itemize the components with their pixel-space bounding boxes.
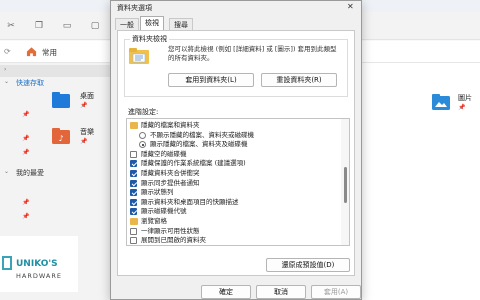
advanced-setting-label: 隱藏資料夾合併衝突 [141, 169, 200, 177]
pin-icon: 📌 [80, 138, 88, 145]
advanced-setting-label: 顯示狀態列 [141, 188, 174, 197]
svg-text:♪: ♪ [58, 134, 63, 143]
advanced-setting-item[interactable]: 一律顯示可用性狀態 [127, 226, 337, 236]
advanced-setting-item: 隱藏的檔案和資料夾 [127, 120, 337, 130]
advanced-setting-label: 顯示資料夾和桌面項目的快顯描述 [141, 197, 239, 206]
home-icon [26, 47, 37, 57]
checkbox[interactable] [130, 208, 137, 216]
advanced-setting-label: 隱藏保護的作業系統檔案 (建議選項) [141, 159, 246, 168]
nav-quick-access-label: 快速存取 [16, 79, 44, 87]
advanced-setting-item[interactable]: 顯示資料夾和桌面項目的快顯描述 [127, 197, 337, 207]
close-icon[interactable]: ✕ [347, 2, 354, 11]
folder-options-dialog: 資料夾選項 ✕ 一般 檢視 搜尋 資料夾檢視 您可以將此檢視 (例如 [詳細資料… [110, 0, 362, 300]
advanced-setting-label: 展開到已開啟的資料夾 [141, 236, 206, 245]
folder-view-description: 您可以將此檢視 (例如 [詳細資料] 或 [圖示]) 套用到此類型的所有資料夾。 [168, 45, 337, 62]
apply-to-folders-button[interactable]: 套用到資料夾(L) [168, 73, 254, 87]
cut-icon[interactable]: ✂ [6, 21, 16, 31]
tab-search[interactable]: 搜尋 [169, 18, 193, 30]
cancel-button[interactable]: 取消 [256, 285, 306, 299]
checkbox[interactable] [130, 198, 137, 206]
pin-icon: 📌 [22, 199, 30, 206]
folder-category-icon [130, 218, 138, 225]
chevron-down-icon: ⌄ [4, 168, 10, 175]
dialog-title: 資料夾選項 [117, 4, 152, 12]
pictures-folder-label: 圖片 [458, 94, 472, 102]
music-folder-icon[interactable]: ♪ [52, 128, 70, 144]
scrollbar-thumb[interactable] [344, 167, 347, 203]
pin-icon: 📌 [80, 102, 88, 109]
advanced-setting-label: 瀏覽窗格 [141, 217, 167, 225]
reset-folders-button[interactable]: 重設資料夾(R) [261, 73, 337, 87]
advanced-setting-item[interactable]: 隱藏空的磁碟機 [127, 149, 337, 159]
advanced-setting-item[interactable]: 隱藏保護的作業系統檔案 (建議選項) [127, 158, 337, 168]
advanced-setting-label: 隱藏空的磁碟機 [141, 149, 187, 158]
uniko-hardware-logo: UNIKO'S HARDWARE [0, 236, 78, 292]
checkbox[interactable] [130, 170, 137, 177]
advanced-setting-item: 瀏覽窗格 [127, 216, 337, 226]
restore-defaults-button[interactable]: 還原成預設值(D) [266, 258, 350, 272]
pin-icon: 📌 [458, 104, 466, 111]
advanced-settings-scrollbar[interactable] [341, 119, 349, 245]
paste-icon[interactable]: ▭ [62, 21, 72, 31]
advanced-setting-item[interactable]: 顯示同步提供者通知 [127, 178, 337, 188]
nav-pinned-row[interactable]: 📌 [0, 213, 110, 223]
rename-icon[interactable]: ▢ [90, 21, 100, 31]
pin-icon: 📌 [22, 135, 30, 142]
logo-mark-icon: UNIKO'S HARDWARE [2, 256, 62, 280]
radio-button[interactable] [139, 141, 146, 149]
nav-item-quick-access[interactable]: ⌄ 快速存取 [0, 77, 110, 89]
music-folder-label: 音樂 [80, 128, 94, 136]
tab-view[interactable]: 檢視 [140, 16, 164, 30]
nav-pinned-row[interactable]: 📌 [0, 149, 110, 159]
advanced-setting-item[interactable]: 顯示隱藏的檔案、資料夾及磁碟機 [127, 139, 337, 149]
nav-pinned-row[interactable]: 📌 [0, 199, 110, 209]
nav-item-home[interactable]: › [0, 65, 110, 77]
checkbox[interactable] [130, 179, 137, 187]
advanced-setting-label: 顯示磁碟機代號 [141, 207, 187, 216]
advanced-setting-label: 顯示隱藏的檔案、資料夾及磁碟機 [150, 140, 248, 149]
pin-icon: 📌 [22, 149, 30, 156]
chevron-icon: › [4, 66, 7, 73]
view-tab-panel: 資料夾檢視 您可以將此檢視 (例如 [詳細資料] 或 [圖示]) 套用到此類型的… [117, 30, 355, 276]
radio-button[interactable] [139, 131, 146, 139]
logo-text-top: UNIKO'S [16, 259, 58, 269]
navigation-arrows-icon[interactable]: ⟳ [4, 47, 11, 56]
pictures-folder-icon[interactable] [432, 94, 450, 110]
copy-icon[interactable]: ❐ [34, 21, 44, 31]
folder-view-legend: 資料夾檢視 [130, 34, 169, 44]
logo-text-bottom: HARDWARE [16, 272, 62, 280]
folder-category-icon [130, 122, 138, 129]
tab-general[interactable]: 一般 [115, 18, 139, 30]
advanced-settings-label: 進階設定: [128, 108, 159, 116]
advanced-setting-item[interactable]: 不顯示隱藏的檔案、資料夾或磁碟機 [127, 130, 337, 140]
pin-icon: 📌 [22, 111, 30, 118]
advanced-setting-item[interactable]: 顯示狀態列 [127, 187, 337, 197]
chevron-down-icon: ⌄ [4, 78, 10, 85]
desktop-folder-label: 桌面 [80, 92, 94, 100]
advanced-setting-label: 隱藏的檔案和資料夾 [141, 121, 200, 129]
desktop-folder-icon[interactable] [52, 92, 70, 108]
address-path: 常用 [42, 48, 57, 57]
checkbox[interactable] [130, 150, 137, 158]
dialog-tabs: 一般 檢視 搜尋 [115, 16, 359, 30]
advanced-settings-list[interactable]: 隱藏的檔案和資料夾 不顯示隱藏的檔案、資料夾或磁碟機 顯示隱藏的檔案、資料夾及磁碟機… [126, 118, 350, 246]
checkbox[interactable] [130, 237, 137, 245]
advanced-setting-item[interactable]: 顯示磁碟機代號 [127, 206, 337, 216]
advanced-setting-label: 一律顯示可用性狀態 [141, 226, 200, 235]
ok-button[interactable]: 確定 [201, 285, 251, 299]
checkbox[interactable] [130, 189, 137, 197]
checkbox[interactable] [130, 160, 137, 168]
nav-favorites-label: 我的最愛 [16, 169, 44, 177]
pin-icon: 📌 [22, 213, 30, 220]
advanced-setting-label: 不顯示隱藏的檔案、資料夾或磁碟機 [150, 130, 254, 139]
advanced-setting-item[interactable]: 展開到已開啟的資料夾 [127, 235, 337, 245]
advanced-setting-label: 顯示同步提供者通知 [141, 178, 200, 187]
advanced-setting-item[interactable]: 隱藏資料夾合併衝突 [127, 168, 337, 178]
folder-view-icon [129, 48, 149, 64]
nav-item-favorites[interactable]: ⌄ 我的最愛 [0, 167, 110, 179]
nav-pinned-row[interactable]: 📌 [0, 111, 110, 121]
checkbox[interactable] [130, 227, 137, 235]
apply-button[interactable]: 套用(A) [311, 285, 361, 299]
